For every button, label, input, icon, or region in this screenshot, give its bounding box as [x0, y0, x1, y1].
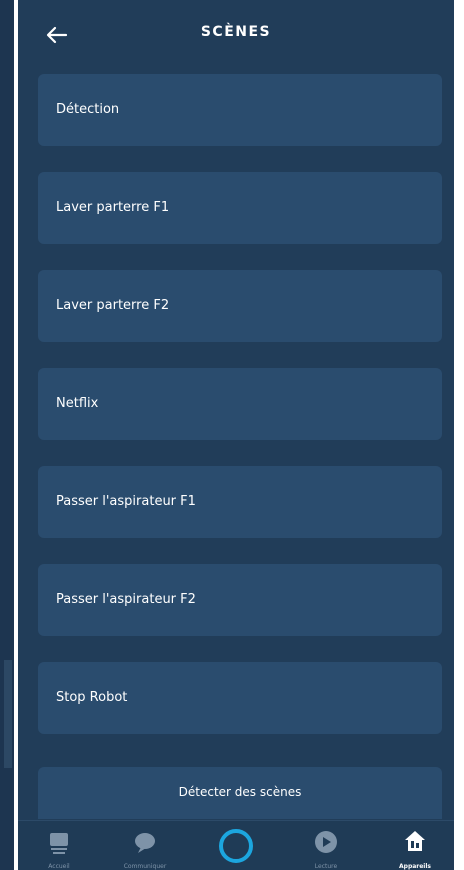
- scene-label: Stop Robot: [56, 690, 128, 705]
- chat-bubble-icon: [135, 833, 155, 853]
- alexa-ring-icon: [219, 829, 253, 863]
- nav-label: Lecture: [314, 863, 338, 870]
- background-right-edge: [454, 0, 464, 870]
- scene-label: Passer l'aspirateur F1: [56, 494, 196, 509]
- play-icon: [315, 831, 337, 853]
- bottom-nav: Accueil Communiquer Lecture Appareils: [18, 820, 454, 870]
- header: SCÈNES: [18, 0, 454, 70]
- nav-item-lecture[interactable]: Lecture: [291, 821, 361, 870]
- scene-card-laver-parterre-f1[interactable]: Laver parterre F1: [38, 172, 442, 244]
- scene-card-stop-robot[interactable]: Stop Robot: [38, 662, 442, 734]
- nav-item-alexa[interactable]: [201, 821, 271, 870]
- nav-item-communiquer[interactable]: Communiquer: [110, 821, 180, 870]
- nav-item-appareils[interactable]: Appareils: [380, 821, 450, 870]
- nav-item-accueil[interactable]: Accueil: [24, 821, 94, 870]
- scene-label: Passer l'aspirateur F2: [56, 592, 196, 607]
- scene-card-detection[interactable]: Détection: [38, 74, 442, 146]
- scene-card-laver-parterre-f2[interactable]: Laver parterre F2: [38, 270, 442, 342]
- nav-label: Appareils: [399, 863, 431, 870]
- scene-label: Détection: [56, 102, 120, 117]
- nav-label: Accueil: [48, 863, 70, 870]
- detect-scenes-button[interactable]: Détecter des scènes: [38, 767, 442, 819]
- scene-label: Laver parterre F2: [56, 298, 170, 313]
- scene-card-netflix[interactable]: Netflix: [38, 368, 442, 440]
- devices-house-icon: [405, 831, 425, 851]
- scene-label: Laver parterre F1: [56, 200, 170, 215]
- scene-card-passer-aspirateur-f2[interactable]: Passer l'aspirateur F2: [38, 564, 442, 636]
- background-scroll-strip: [4, 660, 12, 768]
- home-dashboard-icon: [50, 833, 68, 854]
- scene-list: Détection Laver parterre F1 Laver parter…: [38, 74, 442, 760]
- app-screen: SCÈNES Détection Laver parterre F1 Laver…: [18, 0, 454, 870]
- scene-label: Netflix: [56, 396, 99, 411]
- scene-card-passer-aspirateur-f1[interactable]: Passer l'aspirateur F1: [38, 466, 442, 538]
- nav-label: Communiquer: [123, 863, 167, 870]
- page-title: SCÈNES: [200, 24, 272, 40]
